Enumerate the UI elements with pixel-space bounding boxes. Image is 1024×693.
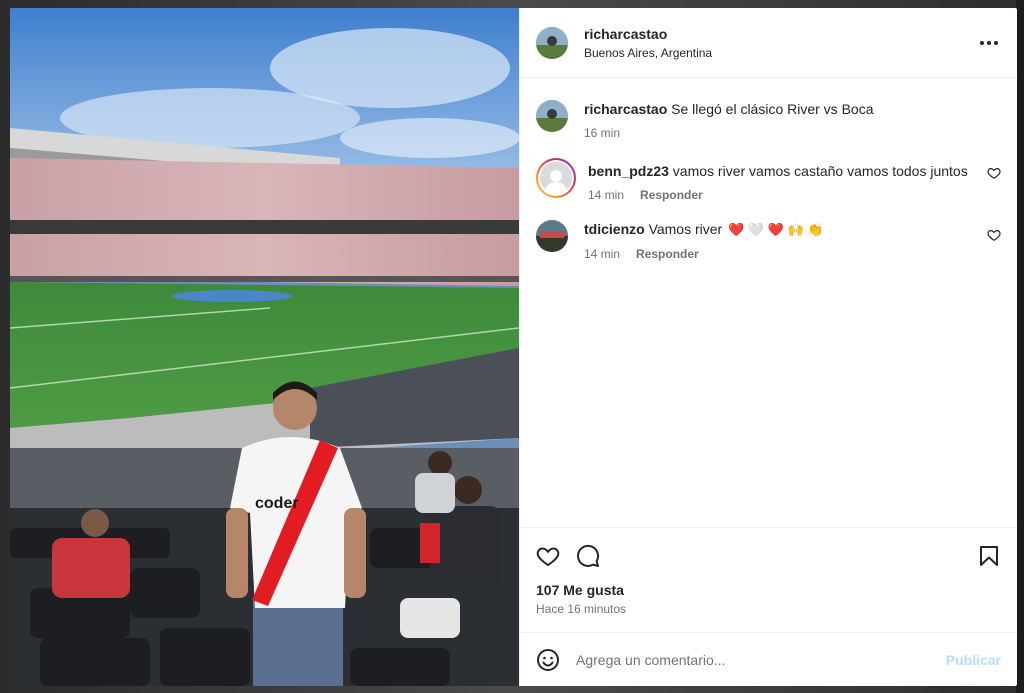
commenter-avatar[interactable] (536, 158, 576, 198)
comment-username[interactable]: benn_pdz23 (588, 163, 669, 179)
stadium-photo: coder (10, 8, 519, 686)
avatar-image (536, 100, 568, 132)
comment-username[interactable]: tdicienzo (584, 221, 645, 237)
comment-item: benn_pdz23 vamos river vamos castaño vam… (536, 158, 1001, 202)
post-modal: coder richarcastao Buenos Aires, Argenti… (10, 8, 1017, 686)
reply-button[interactable]: Responder (640, 188, 703, 202)
comment-time[interactable]: 14 min (588, 188, 624, 202)
post-header: richarcastao Buenos Aires, Argentina (520, 8, 1017, 78)
caption-time[interactable]: 16 min (584, 126, 620, 140)
caption-text: richarcastao Se llegó el clásico River v… (584, 100, 1001, 118)
author-avatar[interactable] (536, 26, 568, 59)
comments-list: richarcastao Se llegó el clásico River v… (520, 78, 1017, 527)
heart-small-icon[interactable] (987, 166, 1001, 180)
comment-time[interactable]: 14 min (584, 247, 620, 261)
default-avatar-icon (540, 162, 572, 194)
avatar-image (536, 220, 568, 252)
svg-text:coder: coder (255, 495, 299, 512)
caption-username[interactable]: richarcastao (584, 101, 667, 117)
post-timestamp[interactable]: Hace 16 minutos (536, 602, 1001, 616)
post-location[interactable]: Buenos Aires, Argentina (584, 46, 977, 60)
bookmark-icon[interactable] (977, 544, 1001, 568)
post-photo: coder (10, 8, 519, 686)
smiley-icon[interactable] (536, 648, 560, 672)
comment-body: vamos river vamos castaño vamos todos ju… (672, 163, 968, 179)
caption-avatar[interactable] (536, 100, 568, 132)
avatar-image (536, 26, 568, 59)
add-comment-bar: Publicar (520, 632, 1017, 686)
comment-item: tdicienzo Vamos river ❤️ 🤍 ❤️ 🙌 👏 14 min… (536, 220, 1001, 261)
more-options-icon[interactable] (977, 31, 1001, 55)
comment-input[interactable] (576, 651, 946, 668)
publish-button[interactable]: Publicar (946, 652, 1001, 668)
caption-item: richarcastao Se llegó el clásico River v… (536, 100, 1001, 140)
like-heart-icon[interactable] (536, 544, 560, 568)
commenter-avatar[interactable] (536, 220, 568, 252)
post-panel: richarcastao Buenos Aires, Argentina ric… (519, 8, 1017, 686)
likes-count[interactable]: 107 Me gusta (536, 582, 1001, 598)
reply-button[interactable]: Responder (636, 247, 699, 261)
author-username[interactable]: richarcastao (584, 26, 977, 42)
background-strip (1016, 0, 1024, 693)
heart-small-icon[interactable] (987, 228, 1001, 242)
caption-body: Se llegó el clásico River vs Boca (671, 101, 874, 117)
comment-body: Vamos river (648, 221, 723, 237)
comment-text: tdicienzo Vamos river ❤️ 🤍 ❤️ 🙌 👏 (584, 220, 987, 239)
comment-icon[interactable] (576, 544, 600, 568)
comment-text: benn_pdz23 vamos river vamos castaño vam… (588, 162, 987, 180)
comment-emojis: ❤️ 🤍 ❤️ 🙌 👏 (728, 222, 824, 237)
post-actions: 107 Me gusta Hace 16 minutos (520, 527, 1017, 632)
